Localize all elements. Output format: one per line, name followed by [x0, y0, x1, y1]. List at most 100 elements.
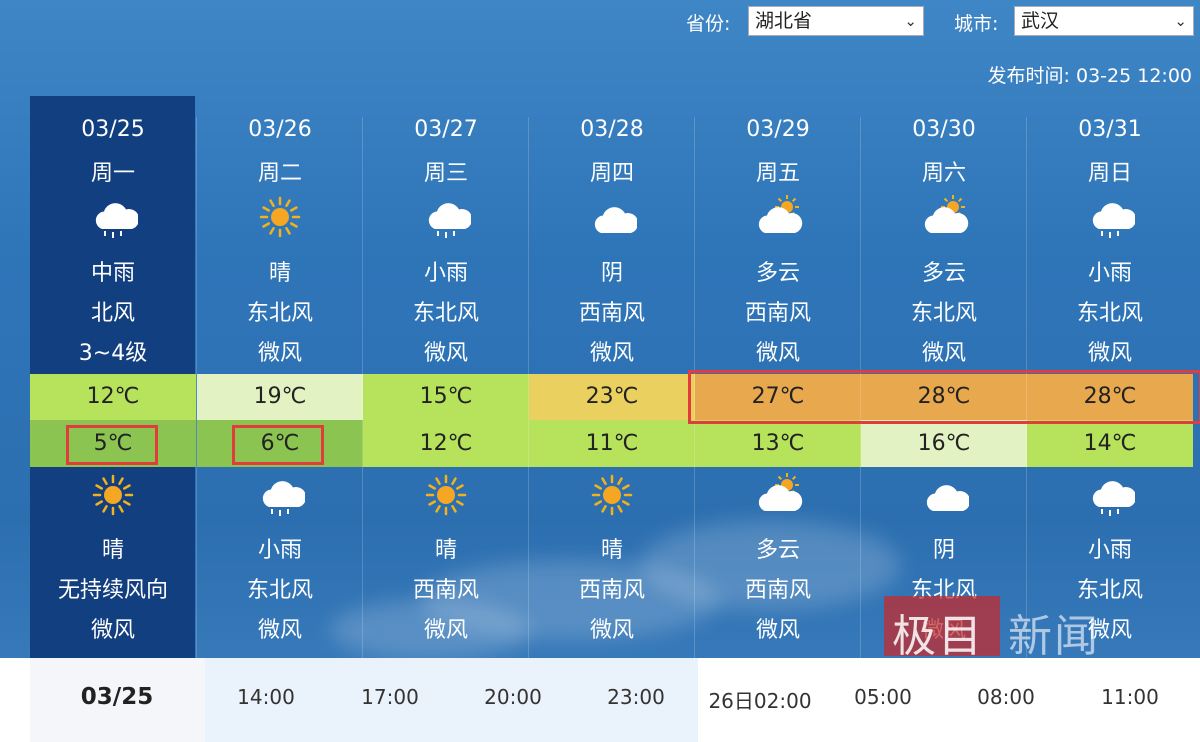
- day-weekday: 周五: [755, 161, 800, 186]
- rain-cloud-icon: [1085, 473, 1137, 517]
- night-weather: 多云: [755, 538, 800, 563]
- night-wind-direction: 西南风: [412, 578, 479, 603]
- day-wind-direction: 西南风: [578, 301, 645, 326]
- day-wind-direction: 东北风: [412, 301, 479, 326]
- rain-cloud-icon: [255, 473, 307, 517]
- partly-cloudy-icon: [753, 195, 803, 239]
- day-weather: 小雨: [1087, 261, 1132, 286]
- day-wind-level: 微风: [257, 341, 302, 366]
- night-wind-direction: 无持续风向: [57, 578, 168, 603]
- day-weather: 多云: [921, 261, 966, 286]
- rain-cloud-icon: [1085, 195, 1137, 239]
- day-wind-level: 微风: [589, 341, 634, 366]
- forecast-day-column[interactable]: 03/26 周二晴东北风 微风 19℃ 6℃ 小雨 东北风 微风: [196, 117, 363, 658]
- day-weekday: 周六: [921, 161, 966, 186]
- day-date: 03/30: [912, 117, 976, 142]
- night-wind-level: 微风: [90, 618, 135, 643]
- day-wind-level: 微风: [755, 341, 800, 366]
- cloud-icon: [587, 195, 639, 239]
- partly-cloudy-icon: [919, 195, 969, 239]
- timeline-tick[interactable]: 17:00: [361, 685, 419, 709]
- province-select[interactable]: 湖北省 ⌄: [748, 6, 924, 36]
- province-select-value: 湖北省: [755, 10, 813, 32]
- city-select-value: 武汉: [1021, 10, 1060, 32]
- sun-icon: [421, 473, 471, 517]
- high-temperature: 15℃: [363, 374, 529, 420]
- city-label: 城市:: [954, 13, 999, 35]
- forecast-day-column[interactable]: 03/28 周四阴西南风 微风 23℃ 11℃ 晴西南风 微风: [528, 117, 695, 658]
- day-wind-direction: 北风: [90, 301, 135, 326]
- day-date: 03/27: [414, 117, 478, 142]
- day-weekday: 周三: [423, 161, 468, 186]
- partly-cloudy-icon: [753, 473, 803, 517]
- day-date: 03/26: [248, 117, 312, 142]
- timeline-tick[interactable]: 11:00: [1101, 685, 1159, 709]
- day-date: 03/29: [746, 117, 810, 142]
- city-select[interactable]: 武汉 ⌄: [1014, 6, 1194, 36]
- day-wind-direction: 西南风: [744, 301, 811, 326]
- watermark-logo: 极目 新闻: [884, 596, 1124, 662]
- day-weather: 多云: [755, 261, 800, 286]
- high-temperature: 19℃: [197, 374, 363, 420]
- day-weekday: 周日: [1087, 161, 1132, 186]
- chevron-down-icon: ⌄: [1174, 12, 1187, 30]
- night-wind-direction: 西南风: [744, 578, 811, 603]
- rain-cloud-icon: [88, 195, 140, 239]
- day-weekday: 周一: [90, 161, 135, 186]
- low-temp-highlight-box: [232, 425, 324, 465]
- cloud-icon: [919, 473, 971, 517]
- night-wind-level: 微风: [423, 618, 468, 643]
- timeline-current-date[interactable]: 03/25: [81, 684, 153, 710]
- night-weather: 小雨: [257, 538, 302, 563]
- day-date: 03/25: [81, 117, 145, 142]
- night-wind-level: 微风: [257, 618, 302, 643]
- timeline-tick[interactable]: 14:00: [237, 685, 295, 709]
- day-wind-direction: 东北风: [246, 301, 313, 326]
- day-weekday: 周四: [589, 161, 634, 186]
- low-temperature: 12℃: [363, 420, 529, 467]
- day-wind-direction: 东北风: [910, 301, 977, 326]
- sun-icon: [255, 195, 305, 239]
- forecast-grid: 03/25 周一 中雨 北风 3~4级 12℃ 5℃ 晴无持续风向 微风 03/26 周二晴东北风…: [30, 117, 1200, 658]
- timeline-tick[interactable]: 26日02:00: [708, 685, 811, 714]
- timeline-tick[interactable]: 23:00: [607, 685, 665, 709]
- day-wind-level: 3~4级: [78, 341, 148, 366]
- forecast-day-column[interactable]: 03/25 周一 中雨 北风 3~4级 12℃ 5℃ 晴无持续风向 微风: [30, 117, 196, 658]
- day-wind-direction: 东北风: [1076, 301, 1143, 326]
- chevron-down-icon: ⌄: [904, 12, 917, 30]
- high-temperature: 23℃: [529, 374, 695, 420]
- timeline-tick[interactable]: 20:00: [484, 685, 542, 709]
- sun-icon: [88, 473, 138, 517]
- night-weather: 阴: [932, 538, 955, 563]
- day-wind-level: 微风: [921, 341, 966, 366]
- night-weather: 晴: [600, 538, 623, 563]
- night-wind-level: 微风: [755, 618, 800, 643]
- timeline-tick[interactable]: 08:00: [977, 685, 1035, 709]
- province-label: 省份:: [686, 13, 731, 35]
- forecast-day-column[interactable]: 03/27 周三 小雨 东北风 微风 15℃ 12℃ 晴西南风 微风: [362, 117, 529, 658]
- rain-cloud-icon: [421, 195, 473, 239]
- day-weather: 中雨: [90, 261, 135, 286]
- low-temperature: 16℃: [861, 420, 1027, 467]
- day-weekday: 周二: [257, 161, 302, 186]
- day-weather: 阴: [600, 261, 623, 286]
- day-weather: 小雨: [423, 261, 468, 286]
- timeline-tick[interactable]: 05:00: [854, 685, 912, 709]
- location-filter-bar: 省份: 湖北省 ⌄ 城市: 武汉 ⌄ 发布时间: 03-25 12:00: [0, 0, 1200, 100]
- night-weather: 晴: [101, 538, 124, 563]
- low-temperature: 11℃: [529, 420, 695, 467]
- low-temperature: 13℃: [695, 420, 861, 467]
- hourly-timeline: 03/25 14:00 17:00 20:00 23:00 26日02:00 05:00 0…: [0, 658, 1200, 742]
- day-wind-level: 微风: [1087, 341, 1132, 366]
- day-wind-level: 微风: [423, 341, 468, 366]
- day-date: 03/28: [580, 117, 644, 142]
- night-weather: 小雨: [1087, 538, 1132, 563]
- publish-time: 发布时间: 03-25 12:00: [987, 65, 1192, 87]
- high-temp-highlight-box: [688, 370, 1200, 424]
- night-wind-direction: 东北风: [246, 578, 313, 603]
- day-weather: 晴: [268, 261, 291, 286]
- low-temperature: 14℃: [1027, 420, 1193, 467]
- sun-icon: [587, 473, 637, 517]
- day-date: 03/31: [1078, 117, 1142, 142]
- low-temp-highlight-box: [66, 425, 158, 465]
